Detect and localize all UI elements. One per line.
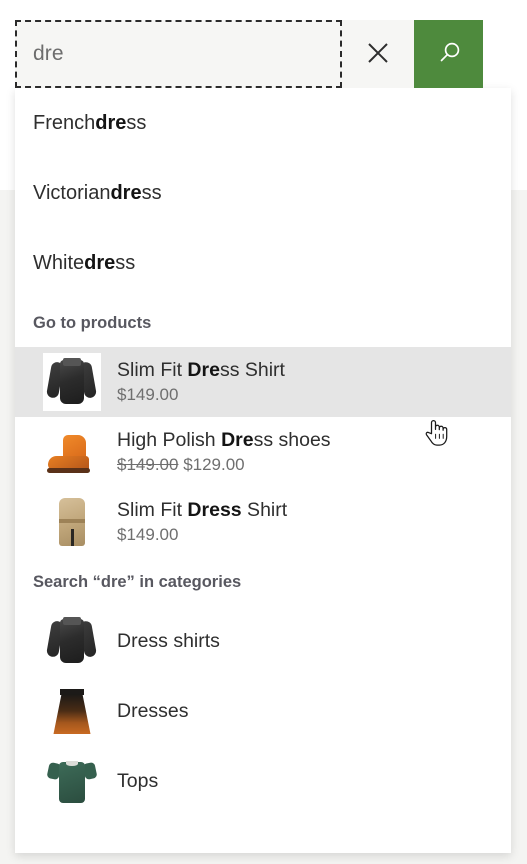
product-title-suffix: ss shoes <box>253 428 331 451</box>
product-title-match: Dress <box>187 498 242 521</box>
suggestion-term-suffix: ss <box>115 251 136 274</box>
suggestion-term-match: dre <box>110 181 142 204</box>
product-title-prefix: High Polish <box>117 428 222 451</box>
category-suggestion-row[interactable]: Dress shirts <box>15 606 511 676</box>
orange-dress-shoe-icon <box>43 423 101 481</box>
suggestion-term-suffix: ss <box>126 111 147 134</box>
tan-trench-coat-icon <box>43 493 101 551</box>
search-bar <box>15 20 483 88</box>
products-section-heading: Go to products <box>33 314 152 332</box>
category-thumbnail <box>43 612 101 670</box>
product-price: $149.00 <box>117 383 285 408</box>
product-price-current: $149.00 <box>117 384 179 404</box>
category-label: Tops <box>117 769 159 792</box>
product-suggestion-row[interactable]: High Polish Dress shoes $149.00 $129.00 <box>15 417 511 487</box>
suggestion-term-prefix: White <box>33 251 85 274</box>
submit-search-button[interactable] <box>414 20 483 88</box>
product-title-prefix: Slim Fit <box>117 358 188 381</box>
dark-dress-shirt-icon <box>43 353 101 411</box>
product-title-suffix: Shirt <box>241 498 288 521</box>
product-suggestion-row[interactable]: Slim Fit Dress Shirt $149.00 <box>15 347 511 417</box>
product-title: High Polish Dress shoes <box>117 427 331 453</box>
suggestion-term-match: dre <box>95 111 127 134</box>
product-title-suffix: ss Shirt <box>219 358 285 381</box>
product-price-current: $129.00 <box>183 454 245 474</box>
product-price-current: $149.00 <box>117 524 179 544</box>
product-thumbnail <box>43 423 101 481</box>
product-title: Slim Fit Dress Shirt <box>117 497 287 523</box>
category-thumbnail <box>43 752 101 810</box>
search-input[interactable] <box>33 42 340 66</box>
product-title: Slim Fit Dress Shirt <box>117 357 285 383</box>
clear-search-button[interactable] <box>342 20 414 88</box>
search-icon <box>435 39 463 70</box>
product-price-old: $149.00 <box>117 454 179 474</box>
category-suggestion-row[interactable]: Dresses <box>15 676 511 746</box>
close-icon <box>365 40 391 69</box>
suggestion-term-row[interactable]: Victorian dre ss <box>15 158 511 228</box>
suggestion-term-match: dre <box>84 251 116 274</box>
product-text: Slim Fit Dress Shirt $149.00 <box>117 497 287 548</box>
product-title-match: Dre <box>221 428 254 451</box>
search-suggestions-panel: French dre ss Victorian dre ss White dre ss… <box>15 88 511 853</box>
category-label: Dress shirts <box>117 629 220 652</box>
product-title-prefix: Slim Fit <box>117 498 188 521</box>
product-text: Slim Fit Dress Shirt $149.00 <box>117 357 285 408</box>
gradient-skirt-icon <box>43 682 101 740</box>
product-text: High Polish Dress shoes $149.00 $129.00 <box>117 427 331 478</box>
product-title-match: Dre <box>187 358 220 381</box>
product-thumbnail <box>43 353 101 411</box>
suggestion-term-suffix: ss <box>141 181 162 204</box>
dark-dress-shirt-icon <box>43 612 101 670</box>
product-suggestion-row[interactable]: Slim Fit Dress Shirt $149.00 <box>15 487 511 557</box>
product-price: $149.00 $129.00 <box>117 453 331 478</box>
categories-section-heading: Search “dre” in categories <box>33 573 242 591</box>
category-suggestion-row[interactable]: Tops <box>15 746 511 816</box>
suggestion-term-prefix: French <box>33 111 96 134</box>
suggestion-term-prefix: Victorian <box>33 181 111 204</box>
suggestion-term-row[interactable]: French dre ss <box>15 88 511 158</box>
product-thumbnail <box>43 493 101 551</box>
category-thumbnail <box>43 682 101 740</box>
product-price: $149.00 <box>117 523 287 548</box>
green-tee-icon <box>43 752 101 810</box>
search-input-container[interactable] <box>15 20 342 88</box>
suggestion-term-row[interactable]: White dre ss <box>15 228 511 298</box>
category-label: Dresses <box>117 699 189 722</box>
